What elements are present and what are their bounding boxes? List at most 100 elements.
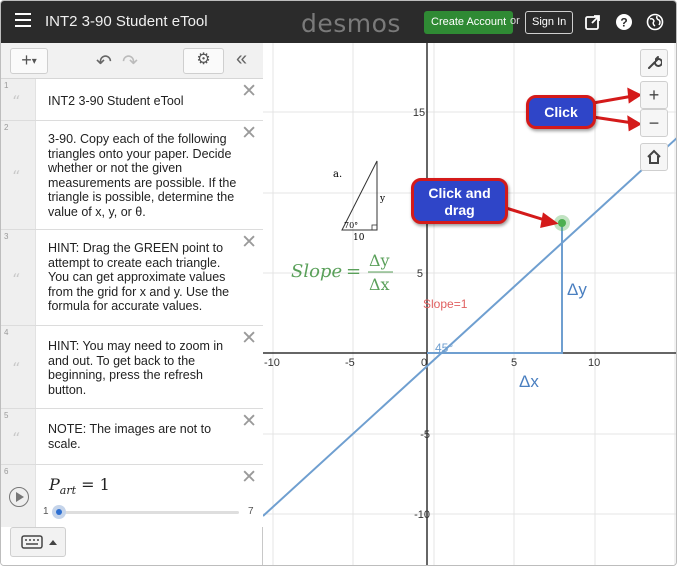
zoom-out-button[interactable]: − (640, 109, 668, 137)
help-icon[interactable]: ? (615, 13, 633, 31)
graph-canvas[interactable]: -10 -5 0 5 10 15 5 -5 -10 a. y 70° 10 Sl… (263, 43, 677, 566)
note-icon: “ (12, 167, 21, 186)
item-gutter: 2 “ (1, 121, 36, 229)
delete-icon[interactable]: ✕ (241, 468, 257, 487)
math-variable: P (49, 475, 60, 494)
slope-numerator: Δy (369, 251, 390, 270)
note-text: INT2 3-90 Student eTool (48, 94, 184, 108)
slider-min[interactable]: 1 (43, 506, 49, 517)
x-tick-label: 10 (588, 357, 600, 369)
note-icon: “ (12, 269, 21, 289)
delete-icon[interactable]: ✕ (241, 329, 257, 348)
note-text: HINT: Drag the GREEN point to attempt to… (48, 241, 230, 313)
math-subscript: art (59, 484, 77, 497)
slope-value-label: Slope=1 (423, 297, 468, 311)
undo-icon[interactable]: ↶ (96, 51, 112, 74)
app-window: INT2 3-90 Student eTool desmos Create Ac… (0, 0, 677, 566)
note-item[interactable]: 3 “ HINT: Drag the GREEN point to attemp… (1, 230, 263, 326)
plus-icon: + (21, 50, 32, 70)
add-item-button[interactable]: +▾ (10, 48, 48, 74)
item-gutter: 6 (1, 465, 36, 527)
redo-icon[interactable]: ↷ (122, 51, 138, 74)
keyboard-button[interactable] (10, 527, 66, 557)
expression-math[interactable]: Part = 1 (49, 475, 110, 497)
or-text: or (510, 15, 520, 27)
chevron-down-icon: ▾ (31, 56, 37, 67)
note-item[interactable]: 4 “ HINT: You may need to zoom in and ou… (1, 326, 263, 409)
sketch-label: a. (333, 169, 342, 180)
slider-track[interactable] (59, 511, 239, 514)
collapse-list-icon[interactable]: « (236, 48, 247, 71)
note-text: HINT: You may need to zoom in and out. T… (48, 339, 224, 397)
desmos-logo: desmos (301, 9, 401, 38)
sketch-side-label: y (379, 194, 386, 204)
sketch-base-label: 10 (353, 233, 365, 243)
x-tick-label: 5 (511, 357, 517, 369)
delete-icon[interactable]: ✕ (241, 82, 257, 101)
slider-expression[interactable]: 6 Part = 1 1 7 ✕ (1, 465, 263, 527)
graph-paper[interactable]: -10 -5 0 5 10 15 5 -5 -10 a. y 70° 10 Sl… (263, 43, 677, 566)
delta-x-label: Δx (519, 372, 539, 391)
draggable-point[interactable] (558, 219, 566, 227)
graph-title: INT2 3-90 Student eTool (45, 13, 208, 30)
graph-settings-button[interactable] (640, 49, 668, 77)
play-icon[interactable] (9, 487, 29, 507)
note-item[interactable]: 5 “ NOTE: The images are not to scale. ✕ (1, 409, 263, 465)
note-item[interactable]: 2 “ 3-90. Copy each of the following tri… (1, 121, 263, 230)
slope-equals: = (346, 261, 361, 282)
slope-denominator: Δx (369, 275, 390, 294)
note-item[interactable]: 1 “ INT2 3-90 Student eTool ✕ (1, 79, 263, 121)
math-value: = 1 (81, 475, 110, 494)
item-number: 1 (4, 81, 9, 90)
note-text: NOTE: The images are not to scale. (48, 422, 212, 451)
menu-icon[interactable] (15, 13, 31, 27)
item-gutter: 4 “ (1, 326, 36, 408)
delta-y-label: Δy (567, 280, 587, 299)
x-tick-label: -10 (264, 357, 280, 369)
delete-icon[interactable]: ✕ (241, 412, 257, 431)
sign-in-button[interactable]: Sign In (525, 11, 574, 34)
zoom-in-button[interactable]: + (640, 81, 668, 109)
angle-label: 45° (435, 341, 453, 355)
slope-formula: Slope = Δy Δx (291, 251, 393, 294)
item-number: 2 (4, 123, 9, 132)
create-account-button[interactable]: Create Account (424, 11, 514, 34)
click-and-drag-callout: Click and drag (411, 178, 508, 224)
click-callout: Click (526, 95, 596, 129)
share-icon[interactable] (584, 13, 602, 31)
callout-line: drag (444, 202, 475, 218)
slider-max[interactable]: 7 (248, 506, 254, 517)
item-number: 4 (4, 328, 9, 337)
slope-word: Slope (291, 261, 342, 282)
slope-triangle (427, 223, 563, 354)
x-tick-label: -5 (345, 357, 355, 369)
tick-labels: -10 -5 0 5 10 15 5 -5 -10 (264, 107, 600, 521)
y-tick-label: -5 (420, 429, 430, 441)
item-number: 3 (4, 232, 9, 241)
home-icon (647, 149, 661, 164)
delete-icon[interactable]: ✕ (241, 124, 257, 143)
item-number: 5 (4, 411, 9, 420)
gear-icon: ⚙ (196, 51, 211, 68)
delete-icon[interactable]: ✕ (241, 233, 257, 252)
sketch-angle-label: 70° (344, 221, 358, 230)
settings-button[interactable]: ⚙ (183, 48, 224, 74)
note-icon: “ (12, 359, 21, 378)
item-gutter: 1 “ (1, 79, 36, 120)
top-bar: INT2 3-90 Student eTool desmos Create Ac… (1, 1, 676, 43)
y-tick-label: 15 (413, 107, 425, 119)
keyboard-icon (21, 535, 57, 549)
y-tick-label: 5 (417, 268, 423, 280)
item-gutter: 3 “ (1, 230, 36, 325)
svg-text:?: ? (620, 16, 627, 30)
note-icon: “ (12, 91, 21, 111)
expression-toolbar: +▾ ↶ ↷ ⚙ « (1, 43, 263, 79)
home-button[interactable] (640, 143, 668, 171)
triangle-sketch: a. y 70° 10 (333, 160, 386, 243)
slider-handle[interactable] (52, 505, 66, 519)
item-number: 6 (4, 467, 9, 476)
item-gutter: 5 “ (1, 409, 36, 464)
globe-icon[interactable] (646, 13, 664, 31)
note-icon: “ (12, 428, 21, 448)
callout-line: Click and (428, 185, 491, 201)
